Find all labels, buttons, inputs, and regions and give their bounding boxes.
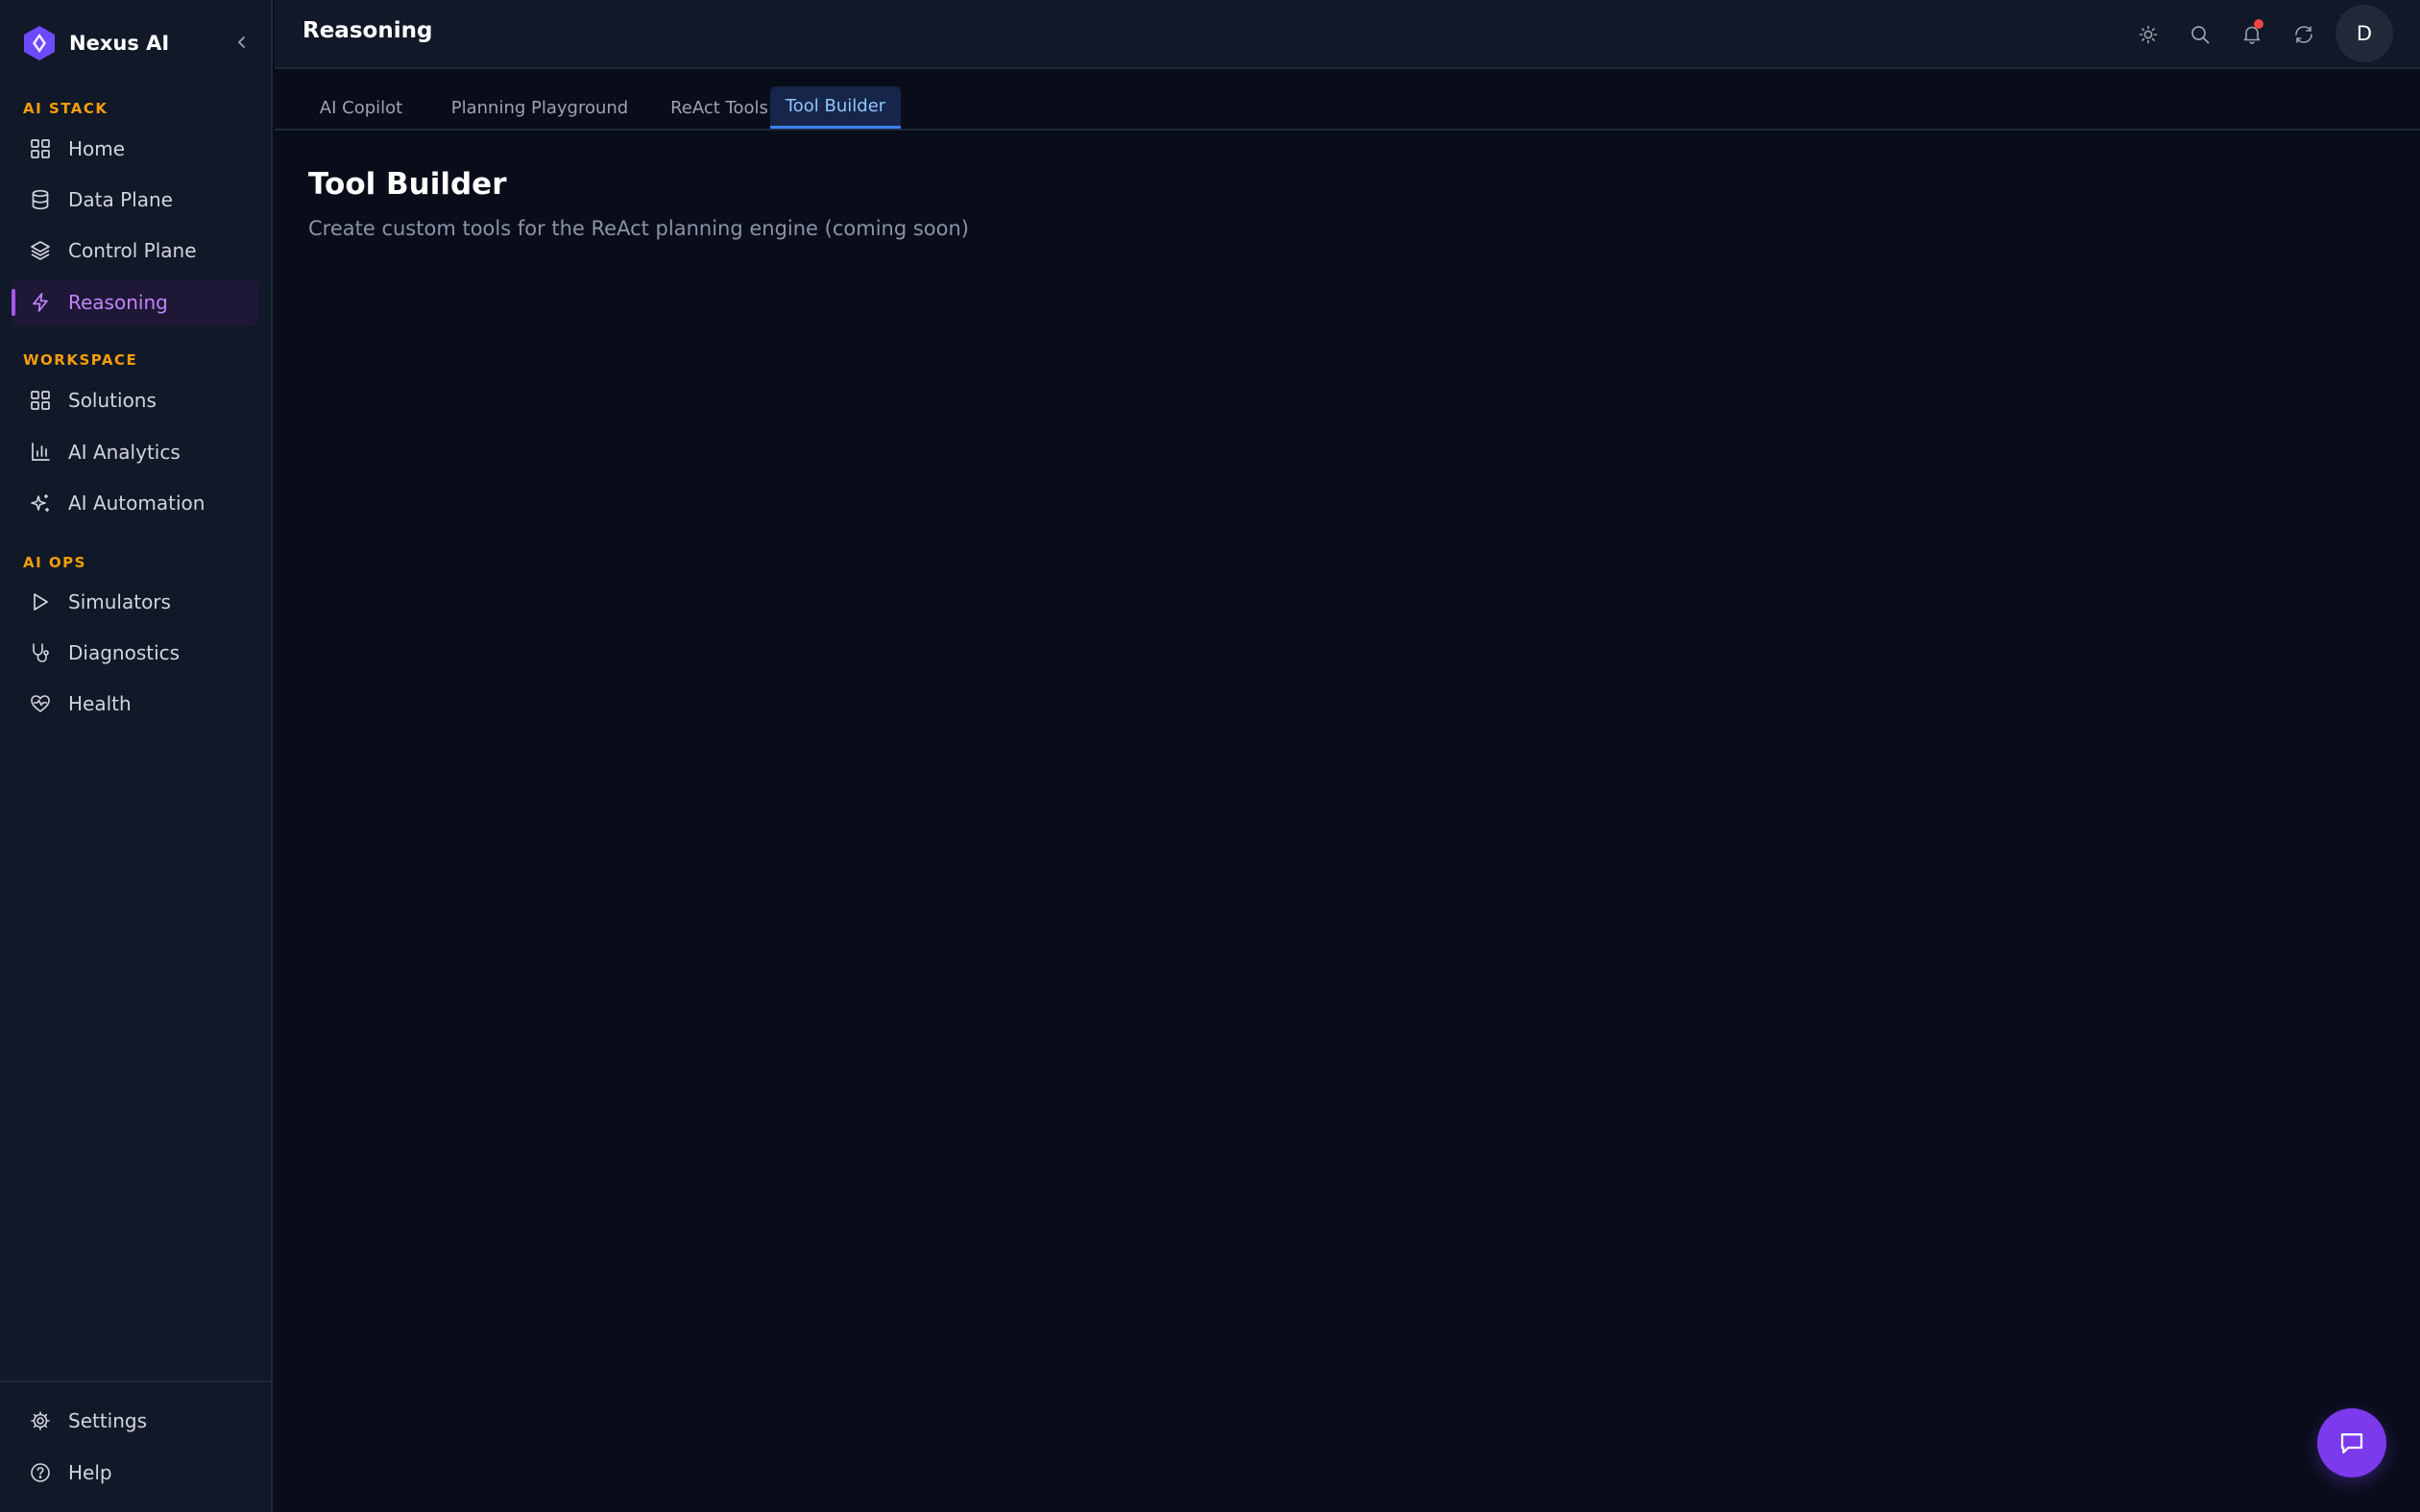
sidebar-item-solutions[interactable]: Solutions <box>12 377 259 423</box>
sidebar-item-label: Reasoning <box>68 291 168 314</box>
search-button[interactable] <box>2183 17 2217 52</box>
sidebar-item-label: Data Plane <box>68 188 173 211</box>
section-label-ai-stack: AI STACK <box>23 100 109 117</box>
sidebar-item-ai-analytics[interactable]: AI Analytics <box>12 429 259 475</box>
main-subtitle: Create custom tools for the ReAct planni… <box>308 217 969 240</box>
bar-chart-icon <box>29 441 52 464</box>
grid-icon <box>29 389 52 412</box>
sidebar-item-label: Home <box>68 137 126 160</box>
sidebar-item-control-plane[interactable]: Control Plane <box>12 228 259 274</box>
sidebar-item-home[interactable]: Home <box>12 126 259 172</box>
sidebar-item-label: Settings <box>68 1409 148 1432</box>
page-title: Reasoning <box>302 18 433 43</box>
chevron-left-icon <box>238 36 245 48</box>
sidebar-item-health[interactable]: Health <box>12 681 259 727</box>
nexus-logo-icon <box>21 25 58 61</box>
refresh-button[interactable] <box>2287 17 2321 52</box>
chat-button[interactable] <box>2317 1408 2386 1477</box>
sidebar-item-label: Diagnostics <box>68 641 181 664</box>
tab-react-tools[interactable]: ReAct Tools <box>656 86 783 129</box>
sidebar-item-data-plane[interactable]: Data Plane <box>12 177 259 223</box>
tab-tool-builder[interactable]: Tool Builder <box>770 86 901 129</box>
sidebar-item-label: Control Plane <box>68 239 197 262</box>
user-avatar[interactable]: D <box>2335 5 2393 62</box>
sidebar: Nexus AI AI STACK Home Data Plane Contro… <box>0 0 273 1512</box>
brand-name: Nexus AI <box>69 32 170 55</box>
sun-icon <box>2139 25 2158 44</box>
sidebar-item-label: Health <box>68 692 132 715</box>
sidebar-item-settings[interactable]: Settings <box>12 1398 259 1444</box>
collapse-sidebar-button[interactable] <box>229 29 255 56</box>
grid-icon <box>29 137 52 160</box>
section-label-workspace: WORKSPACE <box>23 351 138 369</box>
sidebar-item-label: Simulators <box>68 590 171 613</box>
message-square-icon <box>2340 1433 2363 1454</box>
top-bar: Reasoning D <box>275 0 2420 69</box>
gear-icon <box>29 1409 52 1432</box>
layers-icon <box>29 239 52 262</box>
section-label-ai-ops: AI OPS <box>23 554 86 571</box>
sidebar-item-label: AI Analytics <box>68 441 181 464</box>
tab-planning-playground[interactable]: Planning Playground <box>436 86 643 129</box>
sidebar-item-label: Help <box>68 1461 112 1484</box>
brand[interactable]: Nexus AI <box>21 25 169 61</box>
sidebar-item-label: AI Automation <box>68 492 206 515</box>
tab-ai-copilot[interactable]: AI Copilot <box>300 86 423 129</box>
sidebar-item-label: Solutions <box>68 389 157 412</box>
sidebar-item-diagnostics[interactable]: Diagnostics <box>12 630 259 676</box>
zap-icon <box>29 291 52 314</box>
sparkles-icon <box>29 492 52 515</box>
stethoscope-icon <box>29 641 52 664</box>
sidebar-footer <box>0 1380 271 1382</box>
sidebar-item-help[interactable]: Help <box>12 1450 259 1496</box>
database-icon <box>29 188 52 211</box>
notification-badge <box>2254 19 2263 29</box>
app-root: Nexus AI AI STACK Home Data Plane Contro… <box>0 0 2420 1512</box>
play-icon <box>29 590 52 613</box>
sidebar-item-ai-automation[interactable]: AI Automation <box>12 480 259 526</box>
theme-toggle-button[interactable] <box>2131 17 2166 52</box>
refresh-icon <box>2295 26 2312 43</box>
heart-pulse-icon <box>29 692 52 715</box>
notifications-button[interactable] <box>2235 17 2269 52</box>
tab-bar: AI Copilot Planning Playground ReAct Too… <box>275 71 2420 131</box>
sidebar-item-reasoning[interactable]: Reasoning <box>12 279 259 325</box>
sidebar-item-simulators[interactable]: Simulators <box>12 579 259 625</box>
search-icon <box>2191 26 2210 44</box>
help-circle-icon <box>29 1461 52 1484</box>
main-title: Tool Builder <box>308 167 507 202</box>
